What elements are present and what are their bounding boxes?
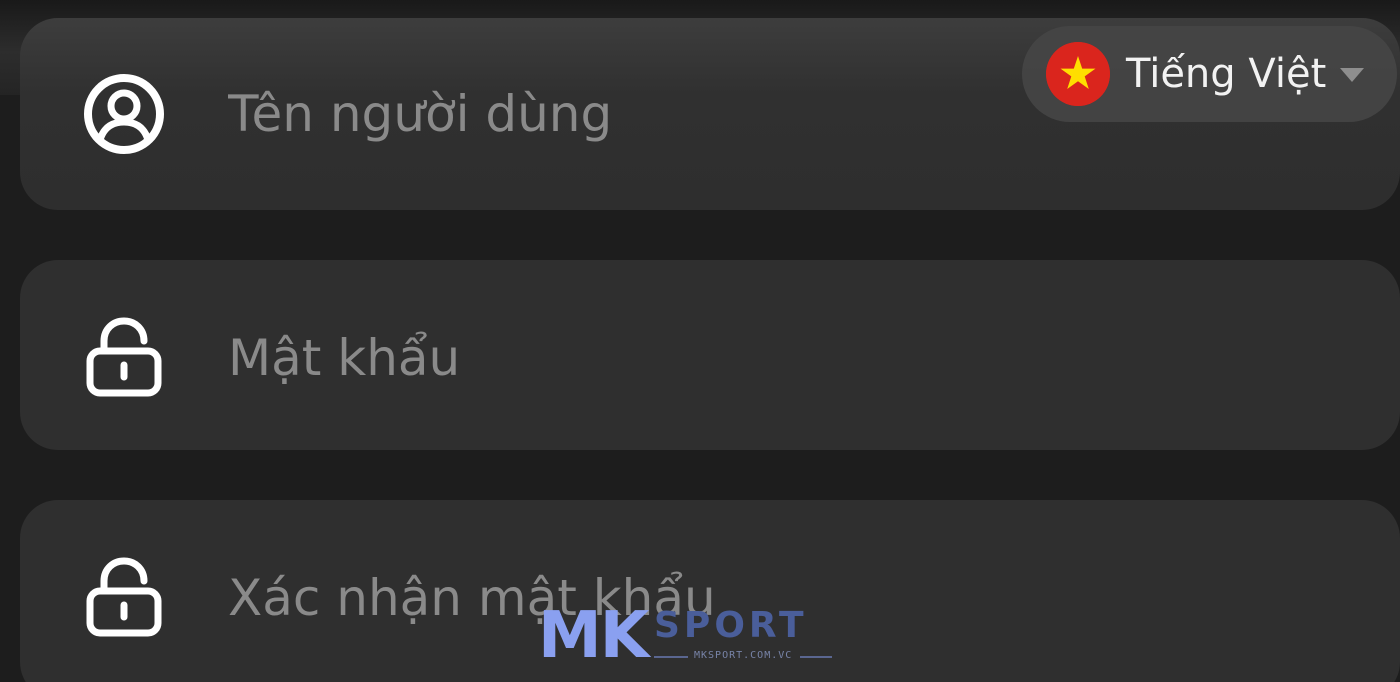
logo-site: MKSPORT.COM.VC bbox=[694, 650, 793, 661]
user-circle-icon bbox=[82, 72, 166, 156]
chevron-down-icon bbox=[1340, 68, 1364, 82]
language-selector[interactable]: Tiếng Việt bbox=[1022, 26, 1397, 122]
logo-mk: MK bbox=[538, 599, 649, 673]
password-field[interactable] bbox=[20, 260, 1400, 450]
logo-sport: SPORT bbox=[654, 605, 808, 646]
logo-divider bbox=[800, 656, 832, 658]
language-label: Tiếng Việt bbox=[1126, 51, 1327, 97]
lock-icon bbox=[82, 315, 166, 399]
lock-icon bbox=[82, 555, 166, 639]
watermark-logo: MK SPORT MKSPORT.COM.VC bbox=[538, 604, 838, 674]
password-input[interactable] bbox=[228, 318, 1328, 398]
logo-divider bbox=[654, 656, 688, 658]
vietnam-flag-icon bbox=[1046, 42, 1110, 106]
register-page: Tiếng Việt MK SPORT MKSPORT.COM.VC bbox=[0, 0, 1400, 682]
